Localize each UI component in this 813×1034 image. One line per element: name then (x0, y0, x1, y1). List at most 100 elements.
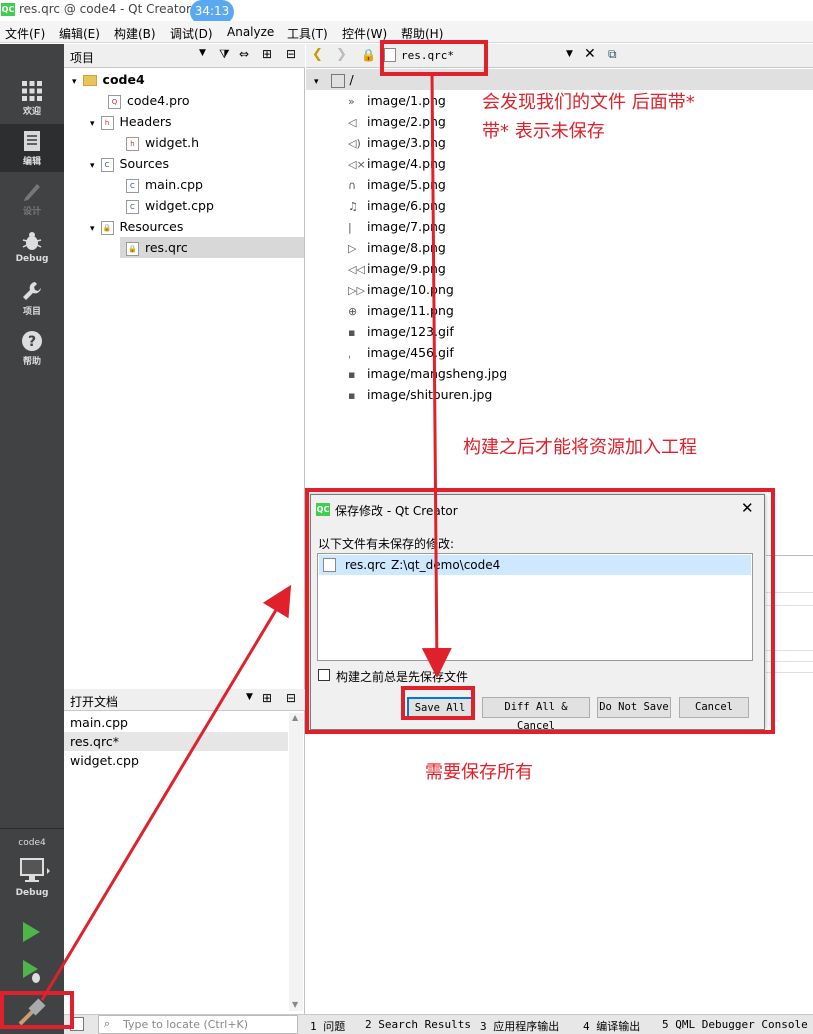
resource-file-item[interactable]: ⊕ image/11.png (348, 303, 454, 319)
locate-input[interactable]: Type to locate (Ctrl+K) (98, 1015, 298, 1034)
resource-file-item[interactable]: ▪ image/shitouren.jpg (348, 387, 492, 403)
forward-arrow-icon[interactable]: ❯ (336, 47, 347, 62)
resource-file-item[interactable]: » image/1.png (348, 93, 446, 109)
mode-welcome[interactable]: 欢迎 (0, 74, 64, 122)
chevron-down-icon[interactable]: ▼ (246, 692, 253, 702)
document-dropdown-chevron-icon[interactable]: ▼ (566, 49, 573, 59)
wrench-icon (23, 282, 41, 300)
save-all-button[interactable]: Save All (407, 697, 473, 718)
grid-icon (22, 81, 42, 101)
tree-item-code4[interactable]: ▾ code4 (72, 72, 145, 87)
debug-run-button[interactable] (19, 958, 43, 984)
menu-edit[interactable]: 编辑(E) (59, 25, 100, 42)
tree-item-label: code4 (102, 72, 145, 87)
mode-projects[interactable]: 项目 (0, 274, 64, 322)
output-tab-app-output[interactable]: 3 应用程序输出 (480, 1018, 559, 1034)
tree-item-code4-pro[interactable]: Qcode4.pro (108, 93, 190, 109)
scroll-down-icon[interactable]: ▼ (292, 1000, 298, 1009)
editor-tab-label[interactable]: res.qrc* (401, 49, 454, 62)
open-doc-item[interactable]: res.qrc* (70, 734, 119, 749)
filter-icon[interactable]: ⧩ (219, 47, 230, 62)
tree-item-headers[interactable]: ▾ h Headers (90, 114, 172, 130)
image-thumbnail-icon: ▪ (348, 388, 356, 402)
image-thumbnail-icon: ◁× (348, 157, 366, 171)
open-doc-item[interactable]: widget.cpp (70, 753, 139, 768)
output-tab-issues[interactable]: 1 问题 (310, 1018, 345, 1034)
resource-file-item[interactable]: ♫ image/6.png (348, 198, 446, 214)
tree-item-main-cpp[interactable]: Cmain.cpp (126, 177, 203, 193)
unsaved-file-row[interactable]: res.qrc Z:\qt_demo\code4 (319, 555, 751, 575)
close-panel-icon[interactable]: ⊟ (286, 47, 296, 61)
output-tab-compile-output[interactable]: 4 编译输出 (583, 1018, 640, 1034)
image-thumbnail-icon: ♫ (348, 199, 358, 213)
menu-analyze[interactable]: Analyze (227, 25, 274, 39)
menu-tools[interactable]: 工具(T) (287, 25, 328, 42)
kit-selector[interactable] (17, 856, 51, 888)
resource-file-item[interactable]: ◁ image/2.png (348, 114, 446, 130)
scrollbar[interactable]: ▲ ▼ (289, 713, 303, 1011)
diff-all-cancel-button[interactable]: Diff All & Cancel (482, 697, 590, 732)
tree-item-res-qrc[interactable]: 🔒 res.qrc (126, 240, 188, 256)
split-icon[interactable]: ⊞ (262, 691, 272, 705)
resource-file-item[interactable]: ◁×image/4.png (348, 156, 446, 172)
menu-file[interactable]: 文件(F) (5, 25, 45, 42)
resource-file-item[interactable]: ∩ image/5.png (348, 177, 446, 193)
open-doc-item[interactable]: main.cpp (70, 715, 128, 730)
resource-file-item[interactable]: | image/7.png (348, 219, 446, 235)
mode-debug[interactable]: Debug (0, 224, 64, 272)
menu-widgets[interactable]: 控件(W) (342, 25, 387, 42)
chevron-down-icon[interactable]: ▾ (72, 77, 77, 87)
tree-item-label: widget.h (145, 135, 200, 150)
split-editor-icon[interactable]: ⧉ (608, 47, 617, 62)
split-icon[interactable]: ⊞ (262, 47, 272, 61)
chevron-down-icon[interactable]: ▾ (90, 161, 95, 171)
menu-build[interactable]: 构建(B) (114, 25, 156, 42)
image-thumbnail-icon: ◁◁ (348, 262, 365, 276)
cancel-button[interactable]: Cancel (679, 697, 749, 718)
prefix-item[interactable]: ▾ / (314, 72, 354, 88)
close-document-icon[interactable]: ✕ (584, 46, 596, 62)
resource-file-item[interactable]: ▷▷ image/10.png (348, 282, 454, 298)
image-thumbnail-icon: ⊕ (348, 304, 358, 318)
resource-file-item[interactable]: ˌ image/456.gif (348, 345, 454, 361)
sidebar-toggle-icon[interactable] (70, 1017, 84, 1031)
resource-file-item[interactable]: ▪ image/mangsheng.jpg (348, 366, 507, 382)
run-button[interactable] (19, 920, 43, 944)
tree-item-sources[interactable]: ▾ C Sources (90, 156, 169, 172)
project-folder-icon (82, 75, 97, 86)
output-tab-search-results[interactable]: 2 Search Results (365, 1018, 471, 1031)
chevron-down-icon[interactable]: ▾ (314, 77, 319, 87)
build-button[interactable] (14, 998, 48, 1028)
mode-label: 项目 (22, 307, 41, 317)
annotation-text: 会发现我们的文件 后面带* (482, 92, 695, 113)
resource-file-item[interactable]: ◁◁ image/9.png (348, 261, 446, 277)
tree-item-widget-cpp[interactable]: Cwidget.cpp (126, 198, 214, 214)
chevron-down-icon[interactable]: ▾ (90, 224, 95, 234)
prefix-row[interactable] (306, 69, 813, 90)
resource-file-item[interactable]: ▷ image/8.png (348, 240, 446, 256)
resource-file-item[interactable]: ◁) image/3.png (348, 135, 446, 151)
close-panel-icon[interactable]: ⊟ (286, 691, 296, 705)
save-before-build-checkbox[interactable] (318, 669, 330, 681)
unsaved-files-list[interactable]: res.qrc Z:\qt_demo\code4 (317, 553, 753, 661)
back-arrow-icon[interactable]: ❮ (312, 47, 323, 62)
output-tab-qml-console[interactable]: 5 QML Debugger Console (662, 1018, 808, 1031)
mode-help[interactable]: ? 帮助 (0, 324, 64, 372)
resource-file-item[interactable]: ▪ image/123.gif (348, 324, 454, 340)
resource-file-label: image/3.png (367, 135, 446, 150)
resource-file-label: image/6.png (367, 198, 446, 213)
tree-item-resources[interactable]: ▾ 🔒 Resources (90, 219, 183, 235)
do-not-save-button[interactable]: Do Not Save (597, 697, 671, 718)
view-dropdown-chevron-icon[interactable]: ▼ (199, 48, 206, 58)
mode-label: 帮助 (22, 357, 41, 367)
menu-help[interactable]: 帮助(H) (401, 25, 443, 42)
mode-edit[interactable]: 编辑 (0, 124, 64, 172)
tree-item-widget-h[interactable]: h widget.h (126, 135, 199, 151)
link-icon[interactable]: ⇔ (239, 47, 249, 61)
close-icon[interactable]: ✕ (741, 499, 754, 517)
menu-debug[interactable]: 调试(D) (170, 25, 213, 42)
mode-design[interactable]: 设计 (0, 174, 64, 222)
chevron-down-icon[interactable]: ▾ (90, 119, 95, 129)
scroll-up-icon[interactable]: ▲ (292, 713, 298, 722)
open-documents-title: 打开文档 (70, 695, 119, 709)
